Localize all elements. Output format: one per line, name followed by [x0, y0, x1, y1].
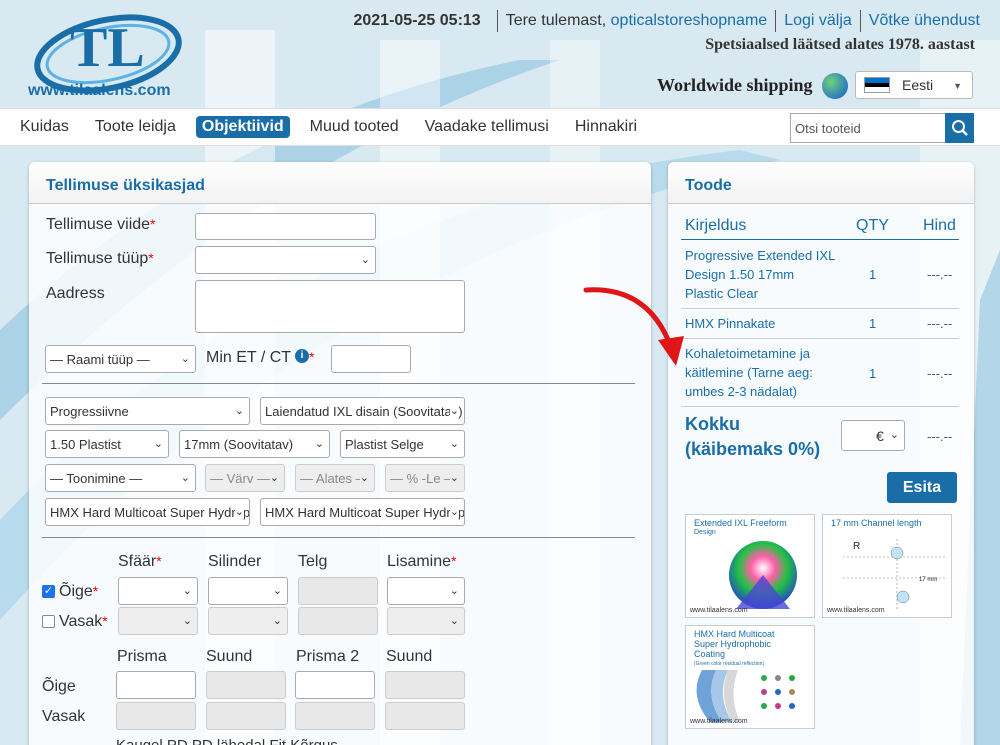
order-panel-title: Tellimuse üksikasjad [29, 162, 651, 204]
nav-item-objektiivid[interactable]: Objektiivid [195, 116, 290, 138]
order-panel: Tellimuse üksikasjad [29, 162, 651, 745]
globe-icon [822, 73, 848, 99]
welcome-text: Tere tulemast, [505, 12, 607, 29]
contact-link[interactable]: Võtke ühendust [869, 12, 980, 30]
product-panel-title: Toode [668, 162, 974, 204]
shipping-text: Worldwide shipping [657, 75, 813, 95]
search-form: Otsi tooteid [790, 113, 974, 143]
nav-item-kuidas[interactable]: Kuidas [14, 116, 75, 138]
top-bar: 2021-05-25 05:13 Tere tulemast, opticals… [353, 10, 980, 32]
nav-item-toote-leidja[interactable]: Toote leidja [89, 116, 182, 138]
nav-item-hinnakiri[interactable]: Hinnakiri [569, 116, 643, 138]
svg-text:TL: TL [70, 17, 145, 79]
nav-item-tellimused[interactable]: Vaadake tellimusi [419, 116, 555, 138]
username-link[interactable]: opticalstoreshopname [611, 12, 768, 30]
separator [775, 10, 777, 32]
product-panel: Toode [668, 162, 974, 745]
logout-link[interactable]: Logi välja [784, 12, 852, 30]
language-select[interactable]: Eesti ▼ [855, 71, 973, 99]
datetime: 2021-05-25 05:13 [353, 12, 481, 29]
search-icon [951, 120, 968, 136]
main-nav: Kuidas Toote leidja Objektiivid Muud too… [0, 108, 1000, 146]
tagline: Spetsiaalsed läätsed alates 1978. aastas… [705, 36, 975, 53]
nav-item-muud-tooted[interactable]: Muud tooted [304, 116, 405, 138]
separator [859, 10, 861, 32]
header: TL www.tilaalens.com 2021-05-25 05:13 Te… [0, 0, 1000, 108]
estonia-flag-icon [864, 77, 890, 93]
language-label: Eesti [902, 77, 934, 93]
logo-url[interactable]: www.tilaalens.com [28, 82, 171, 100]
search-button[interactable] [945, 113, 974, 143]
caret-down-icon: ▼ [953, 81, 962, 91]
separator [496, 10, 498, 32]
search-input[interactable]: Otsi tooteid [790, 113, 945, 143]
